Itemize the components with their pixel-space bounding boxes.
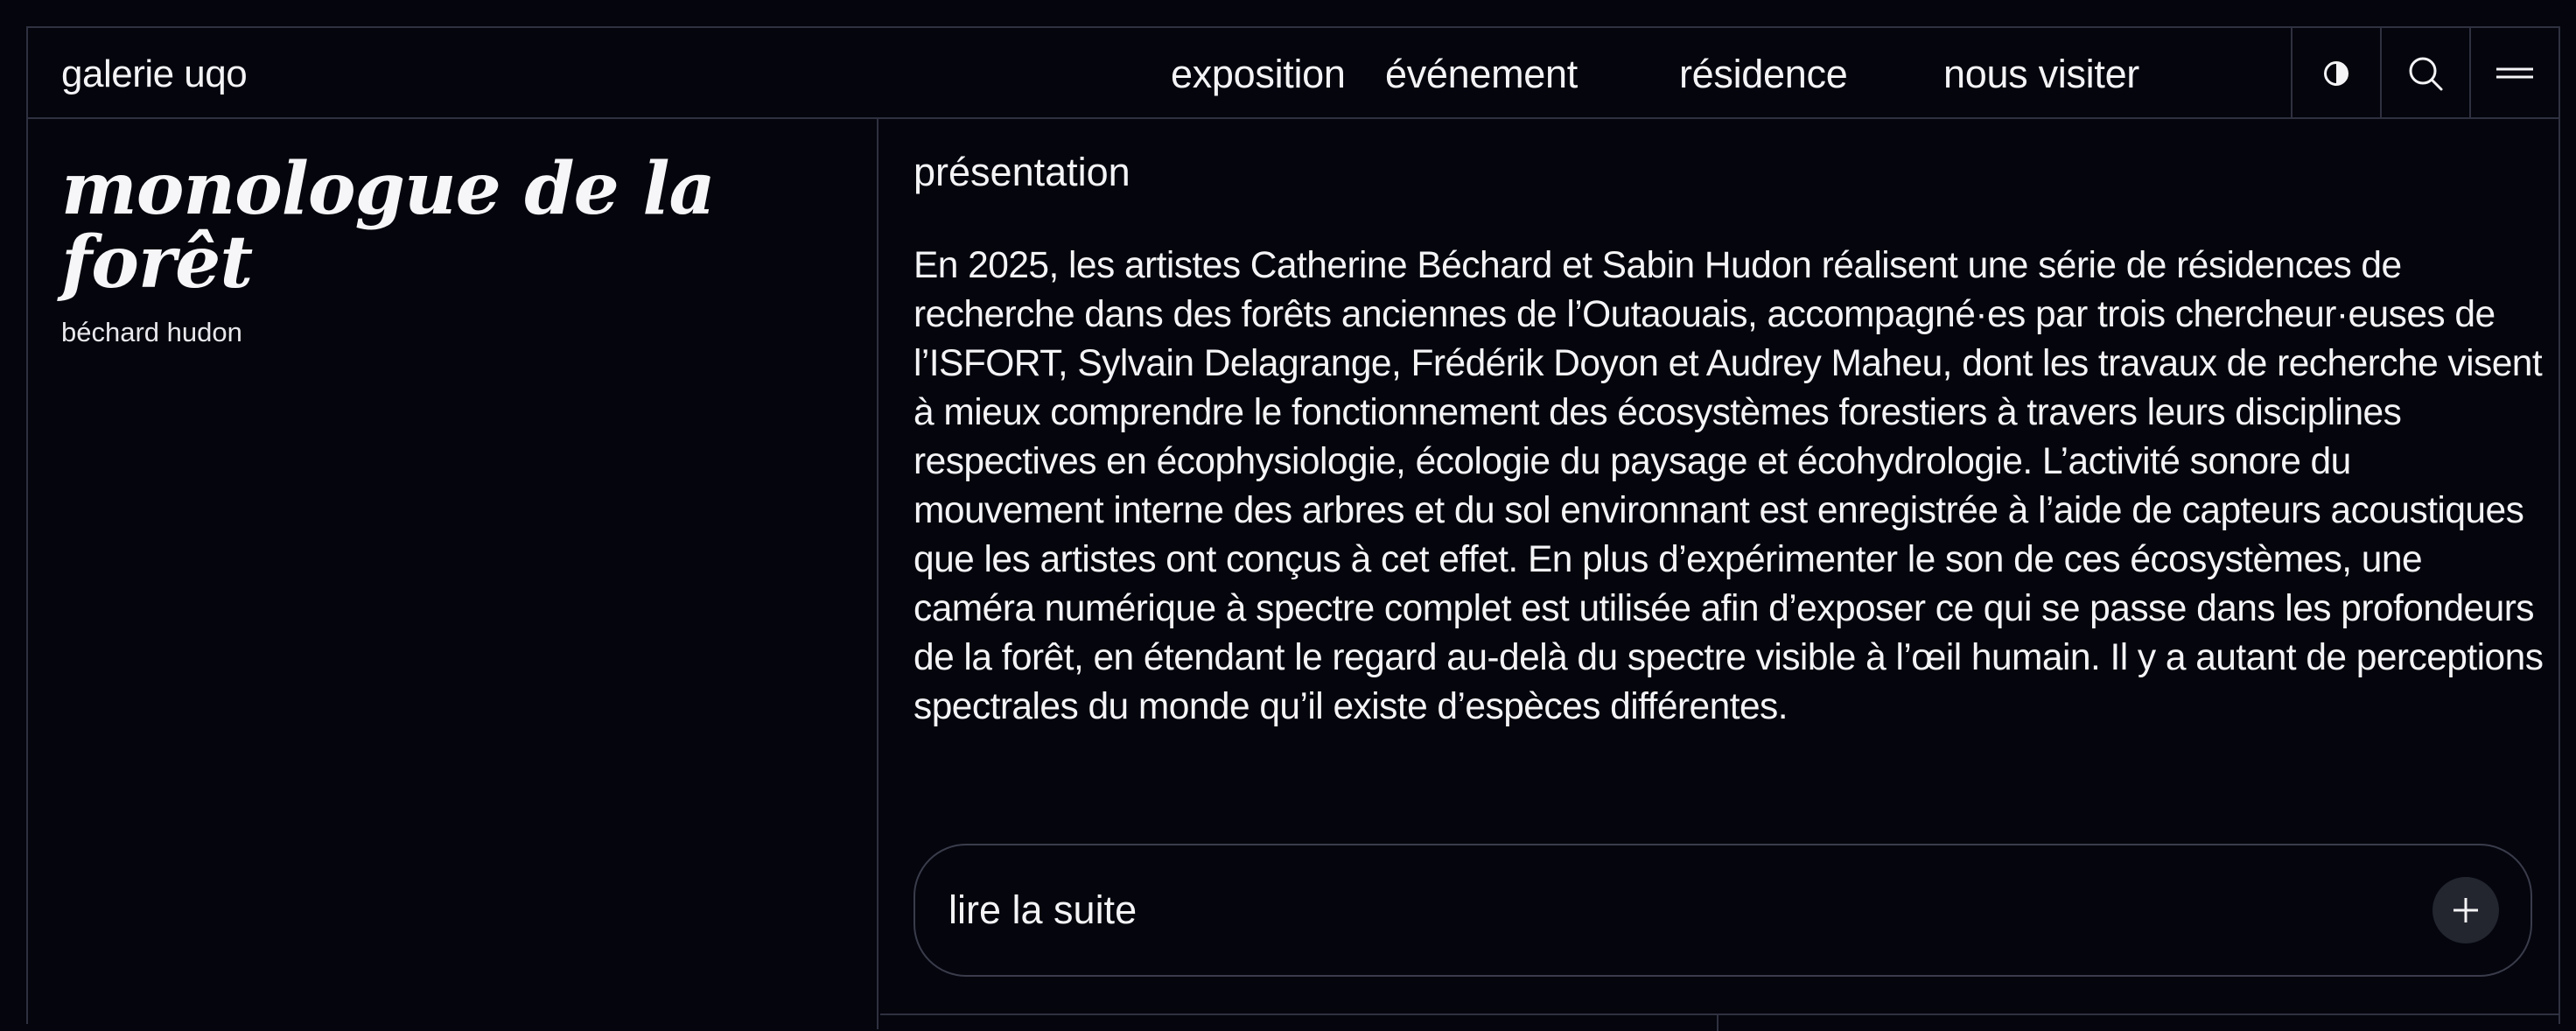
nav-item-residence[interactable]: résidence: [1679, 53, 1943, 96]
nav-item-nous-visiter[interactable]: nous visiter: [1943, 53, 2188, 96]
nav-item-evenement[interactable]: événement: [1385, 53, 1679, 96]
menu-icon: [2496, 67, 2533, 79]
page-frame: galerie uqo exposition événement résiden…: [26, 26, 2560, 1031]
contrast-icon: [2324, 61, 2348, 86]
plus-button[interactable]: [2432, 877, 2499, 943]
header-tools: [2291, 28, 2558, 119]
menu-button[interactable]: [2469, 28, 2558, 119]
site-header: galerie uqo exposition événement résiden…: [28, 28, 2558, 119]
exhibit-title-panel: monologue de la forêt béchard hudon: [28, 119, 878, 1029]
plus-icon: [2454, 898, 2478, 922]
read-more-label: lire la suite: [948, 887, 1138, 932]
site-logo-link[interactable]: galerie uqo: [61, 53, 248, 96]
presentation-paragraph: En 2025, les artistes Catherine Béchard …: [914, 245, 2544, 727]
presentation-panel: présentation En 2025, les artistes Cathe…: [880, 119, 2560, 1031]
search-button[interactable]: [2380, 28, 2469, 119]
exhibit-artists: béchard hudon: [61, 317, 242, 347]
bottom-divider: [880, 1013, 2560, 1015]
exhibit-title: monologue de la forêt: [61, 147, 716, 305]
nav-item-exposition[interactable]: exposition: [1171, 53, 1385, 96]
contrast-toggle-button[interactable]: [2291, 28, 2380, 119]
bottom-column-divider: [1717, 1013, 1718, 1031]
search-icon: [2409, 57, 2443, 91]
read-more-button[interactable]: lire la suite: [914, 844, 2532, 977]
presentation-heading: présentation: [914, 150, 1130, 194]
main-nav: exposition événement résidence nous visi…: [1171, 53, 2188, 96]
